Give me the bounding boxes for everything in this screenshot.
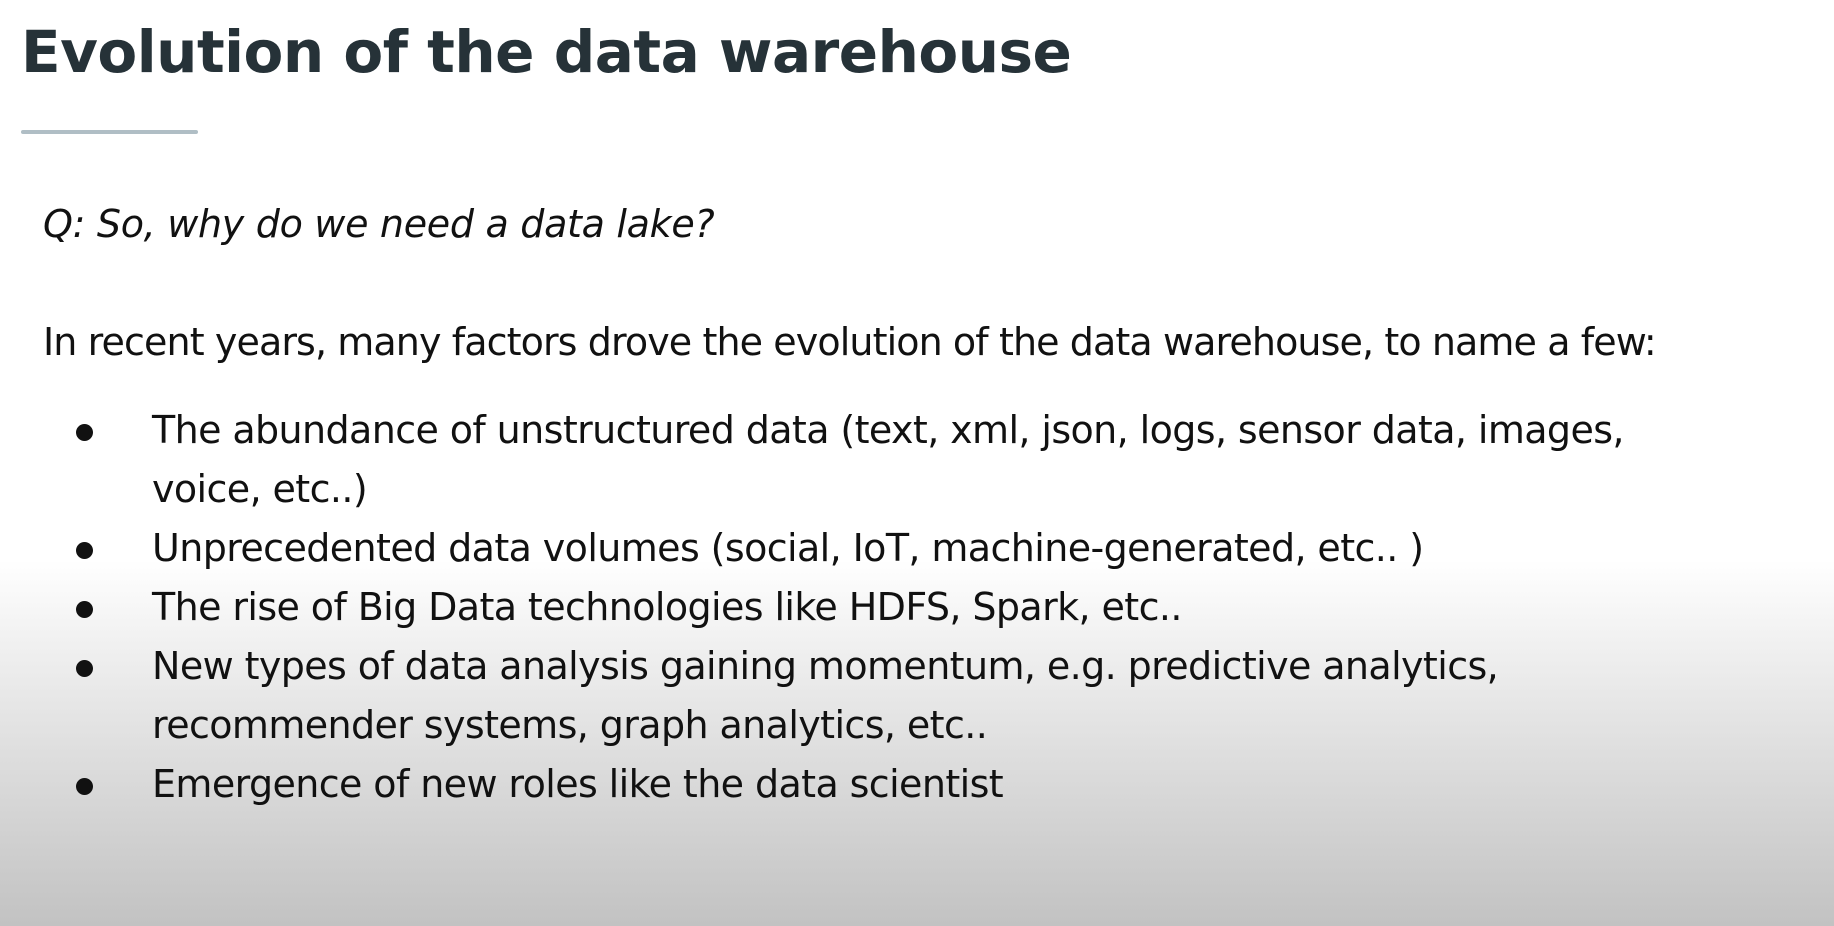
bullet-list: The abundance of unstructured data (text… — [0, 401, 1834, 814]
bullet-dot-icon — [76, 660, 93, 677]
bullet-item: The rise of Big Data technologies like H… — [0, 578, 1712, 637]
bullet-text: Unprecedented data volumes (social, IoT,… — [152, 526, 1424, 570]
bullet-dot-icon — [76, 601, 93, 618]
bullet-dot-icon — [76, 542, 93, 559]
bullet-item: Emergence of new roles like the data sci… — [0, 755, 1712, 814]
slide: Evolution of the data warehouse Q: So, w… — [0, 0, 1834, 926]
bullet-dot-icon — [76, 424, 93, 441]
bullet-item: The abundance of unstructured data (text… — [0, 401, 1712, 519]
bullet-text: Emergence of new roles like the data sci… — [152, 762, 1004, 806]
question-text: Q: So, why do we need a data lake? — [43, 202, 715, 246]
title-underline — [21, 130, 198, 134]
bullet-item: Unprecedented data volumes (social, IoT,… — [0, 519, 1712, 578]
bullet-text: New types of data analysis gaining momen… — [152, 644, 1499, 747]
bullet-dot-icon — [76, 778, 93, 795]
slide-title: Evolution of the data warehouse — [21, 18, 1072, 86]
bullet-text: The abundance of unstructured data (text… — [152, 408, 1625, 511]
intro-text: In recent years, many factors drove the … — [43, 320, 1657, 364]
bullet-text: The rise of Big Data technologies like H… — [152, 585, 1182, 629]
bullet-item: New types of data analysis gaining momen… — [0, 637, 1712, 755]
